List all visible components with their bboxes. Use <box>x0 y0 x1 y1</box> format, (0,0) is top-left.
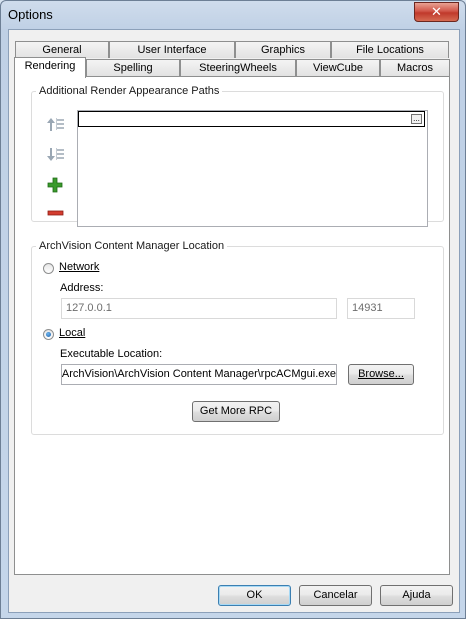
tab-spelling[interactable]: Spelling <box>86 59 180 76</box>
ok-button[interactable]: OK <box>218 585 291 606</box>
remove-icon[interactable] <box>46 204 66 222</box>
local-label[interactable]: Local <box>59 327 85 339</box>
tab-viewcube[interactable]: ViewCube <box>296 59 380 76</box>
options-dialog: Options ✕ General User Interface Graphic… <box>0 0 466 619</box>
render-paths-list[interactable]: ... <box>77 110 428 227</box>
tab-graphics[interactable]: Graphics <box>235 41 331 58</box>
tab-general[interactable]: General <box>15 41 109 58</box>
rendering-tab-panel: Additional Render Appearance Paths ... A… <box>14 76 450 575</box>
close-button[interactable]: ✕ <box>414 2 459 22</box>
cancel-button[interactable]: Cancelar <box>299 585 372 606</box>
tab-macros[interactable]: Macros <box>380 59 450 76</box>
address-field[interactable]: 127.0.0.1 <box>61 298 337 319</box>
render-paths-group: Additional Render Appearance Paths ... <box>31 85 444 227</box>
network-label[interactable]: Network <box>59 261 99 273</box>
archvision-group: ArchVision Content Manager Location Netw… <box>31 240 444 435</box>
address-label: Address: <box>60 282 104 294</box>
network-radio[interactable] <box>43 263 54 274</box>
browse-path-button[interactable]: ... <box>411 114 422 124</box>
executable-location-label: Executable Location: <box>60 348 163 360</box>
tab-steeringwheels[interactable]: SteeringWheels <box>180 59 296 76</box>
executable-location-value: ArchVision\ArchVision Content Manager\rp… <box>61 368 336 380</box>
tab-user-interface[interactable]: User Interface <box>109 41 235 58</box>
title-bar[interactable]: Options ✕ <box>1 1 465 29</box>
move-down-icon[interactable] <box>46 146 66 164</box>
add-icon[interactable] <box>46 176 66 194</box>
port-field[interactable]: 14931 <box>347 298 415 319</box>
window-title: Options <box>8 7 53 22</box>
tab-file-locations[interactable]: File Locations <box>331 41 449 58</box>
dialog-client-area: General User Interface Graphics File Loc… <box>8 29 460 613</box>
render-paths-group-label: Additional Render Appearance Paths <box>39 85 220 97</box>
path-entry-field[interactable]: ... <box>78 111 425 127</box>
move-up-icon[interactable] <box>46 116 66 134</box>
get-more-rpc-button[interactable]: Get More RPC <box>192 401 280 422</box>
browse-button[interactable]: Browse... <box>348 364 414 385</box>
local-radio[interactable] <box>43 329 54 340</box>
tab-rendering[interactable]: Rendering <box>14 57 86 78</box>
executable-location-field[interactable]: ArchVision\ArchVision Content Manager\rp… <box>61 364 337 385</box>
archvision-group-label: ArchVision Content Manager Location <box>39 240 225 252</box>
help-button[interactable]: Ajuda <box>380 585 453 606</box>
